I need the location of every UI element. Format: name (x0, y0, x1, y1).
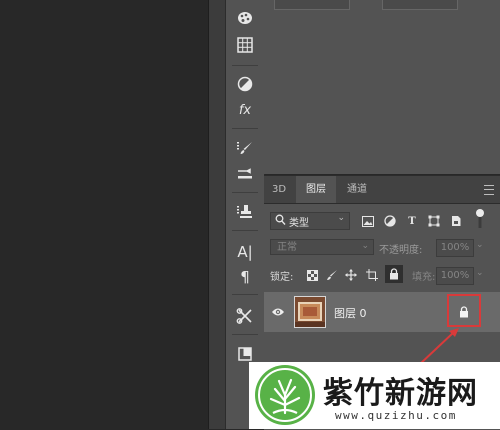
layer-filter-row: 类型 ⌄ T (264, 209, 500, 232)
blend-mode-value: 正常 (277, 242, 297, 253)
panel-menu-icon[interactable] (484, 185, 494, 195)
filter-toggle-switch[interactable] (472, 209, 488, 228)
brush-presets-icon[interactable] (231, 162, 259, 186)
filter-shape-icon[interactable] (426, 213, 442, 229)
canvas-scrollbar[interactable] (208, 0, 225, 429)
lock-position-icon[interactable] (343, 267, 359, 283)
lock-transparent-pixels-icon[interactable] (304, 267, 320, 283)
chevron-down-icon: ⌄ (337, 213, 345, 223)
palette-icon[interactable] (231, 6, 259, 30)
swatches-grid-icon[interactable] (231, 33, 259, 57)
tool-separator (232, 334, 258, 335)
watermark-url: www.quzizhu.com (335, 409, 457, 422)
opacity-input[interactable]: 100% (436, 239, 474, 257)
filter-smart-object-icon[interactable] (448, 213, 464, 229)
lock-image-pixels-icon[interactable] (324, 267, 340, 283)
eye-visibility-icon[interactable] (270, 304, 286, 320)
clone-source-icon[interactable] (231, 200, 259, 224)
properties-panel (264, 0, 500, 174)
layers-panel-tabbar: 3D 图层 通道 (264, 176, 500, 204)
tree-logo-icon (255, 365, 315, 425)
blend-mode-select[interactable]: 正常 ⌄ (270, 239, 374, 255)
filter-type-icon[interactable]: T (404, 213, 420, 229)
chevron-down-icon[interactable]: ⌄ (476, 240, 484, 250)
document-canvas-area[interactable] (0, 0, 208, 429)
tool-separator (232, 192, 258, 193)
layer-thumbnail[interactable] (294, 296, 326, 328)
chevron-down-icon: ⌄ (361, 241, 369, 251)
search-icon (275, 214, 286, 229)
adjustments-icon[interactable] (231, 72, 259, 96)
layer-name[interactable]: 图层 0 (334, 305, 367, 321)
brush-settings-icon[interactable] (231, 136, 259, 160)
property-field-x[interactable] (274, 0, 350, 10)
lock-row: 锁定: 填充: 100% ⌄ (264, 264, 500, 286)
tab-channels[interactable]: 通道 (340, 176, 374, 203)
filter-kind-select[interactable]: 类型 ⌄ (270, 212, 350, 230)
filter-pixel-icon[interactable] (360, 213, 376, 229)
fill-label: 填充: (412, 272, 436, 283)
chevron-down-icon[interactable]: ⌄ (476, 268, 484, 278)
lock-label: 锁定: (270, 272, 294, 283)
fx-icon-text: fx (238, 102, 252, 118)
tab-3d[interactable]: 3D (264, 176, 294, 203)
watermark-banner: 紫竹新游网 www.quzizhu.com (249, 362, 500, 429)
tool-separator (232, 230, 258, 231)
tool-presets-icon[interactable] (231, 304, 259, 328)
paragraph-icon[interactable]: ¶ (231, 265, 259, 289)
highlight-box (447, 294, 481, 327)
lock-all-icon[interactable] (385, 265, 403, 283)
tab-layers[interactable]: 图层 (296, 176, 336, 203)
filter-adjustment-icon[interactable] (382, 213, 398, 229)
fill-input[interactable]: 100% (436, 267, 474, 285)
tool-separator (232, 65, 258, 66)
opacity-label: 不透明度: (379, 245, 423, 256)
character-icon[interactable]: A| (231, 240, 259, 264)
lock-artboard-icon[interactable] (364, 267, 380, 283)
tool-separator (232, 294, 258, 295)
blend-mode-row: 正常 ⌄ 不透明度: 100% ⌄ (264, 238, 500, 258)
styles-fx-icon[interactable]: fx (231, 98, 259, 122)
filter-kind-label: 类型 (289, 218, 309, 229)
character-icon-text: A| (237, 243, 253, 261)
paragraph-icon-text: ¶ (240, 268, 250, 286)
watermark-title: 紫竹新游网 (323, 376, 478, 411)
tool-separator (232, 128, 258, 129)
property-field-y[interactable] (382, 0, 458, 10)
